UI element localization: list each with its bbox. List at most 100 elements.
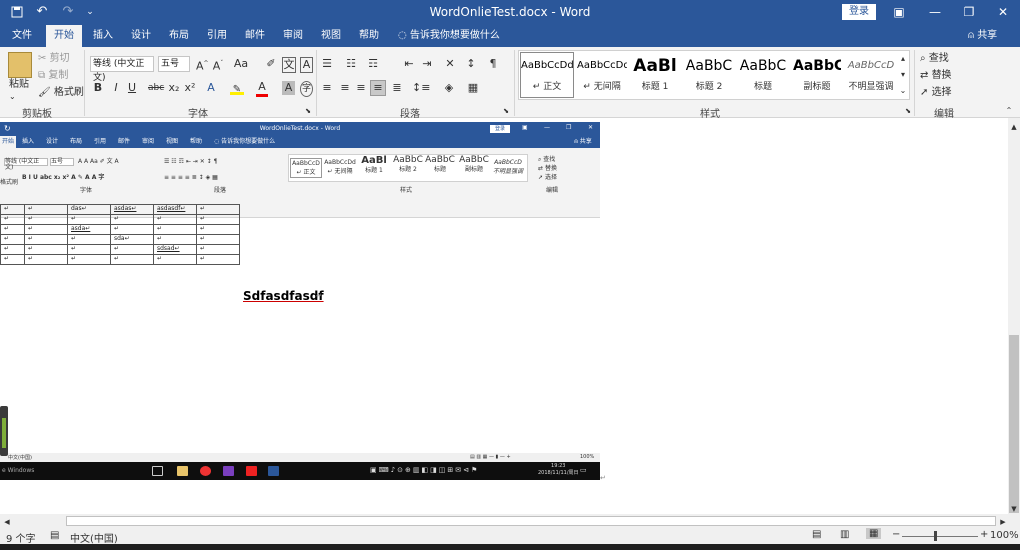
borders-icon[interactable]: ▦ [466, 81, 480, 95]
decrease-indent-icon[interactable]: ⇤ [402, 57, 416, 71]
clear-format-icon[interactable]: ✐ [264, 57, 278, 71]
align-right-icon[interactable]: ≡ [354, 81, 368, 95]
select-button[interactable]: ➚ 选择 [920, 86, 952, 100]
char-border-icon[interactable]: A [300, 57, 313, 73]
replace-button[interactable]: ⇄ 替换 [920, 69, 952, 83]
italic-icon[interactable]: I [110, 81, 122, 95]
tell-me-box[interactable]: ◌ 告诉我你想要做什么 [398, 25, 500, 47]
ribbon-display-icon[interactable]: ▣ [882, 0, 916, 25]
style-subtle-emphasis[interactable]: AaBbCcD 不明显强调 [846, 52, 896, 98]
line-spacing-icon[interactable]: ↕≡ [412, 81, 430, 95]
style-subtitle[interactable]: AaBbC 副标题 [792, 52, 842, 98]
numbering-icon[interactable]: ☷ [344, 57, 358, 71]
find-button[interactable]: ⌕ 查找 [920, 52, 949, 66]
subscript-icon[interactable]: x₂ [168, 81, 180, 95]
increase-indent-icon[interactable]: ⇥ [420, 57, 434, 71]
paste-icon[interactable] [8, 52, 32, 78]
copy-button[interactable]: ⧉ 复制 [38, 69, 68, 83]
shading-icon[interactable]: ◈ [442, 81, 456, 95]
distributed-icon[interactable]: ≣ [390, 81, 404, 95]
zoom-slider-track[interactable] [902, 536, 978, 537]
tab-help[interactable]: 帮助 [354, 25, 384, 47]
vertical-scroll-thumb[interactable] [1009, 335, 1019, 513]
text-effects-icon[interactable]: A [204, 81, 218, 95]
cut-button[interactable]: ✂ 剪切 [38, 52, 70, 66]
style-heading-1[interactable]: AaBl 标题 1 [630, 52, 680, 98]
paste-dropdown-icon[interactable]: ⌄ [9, 90, 16, 104]
table-cell: asdas↵ [110, 204, 154, 215]
print-layout-icon[interactable]: ▥ [840, 529, 849, 540]
font-size-combo[interactable]: 五号 [158, 56, 190, 72]
justify-icon[interactable]: ≡ [370, 80, 386, 96]
embedded-max-icon: ❐ [566, 124, 572, 131]
tab-view[interactable]: 视图 [316, 25, 346, 47]
show-marks-icon[interactable]: ¶ [486, 57, 500, 71]
share-button[interactable]: ⍝ 共享 [968, 25, 997, 47]
bullets-icon[interactable]: ☰ [320, 57, 334, 71]
tab-insert[interactable]: 插入 [88, 25, 118, 47]
enclose-char-icon[interactable]: 字 [300, 81, 313, 97]
proofing-icon[interactable]: ▤ [50, 530, 59, 541]
change-case-icon[interactable]: Aa [232, 57, 250, 71]
close-icon[interactable]: ✕ [986, 0, 1020, 25]
word-count[interactable]: 9 个字 [6, 530, 36, 545]
collapse-ribbon-icon[interactable]: ⌃ [1004, 104, 1014, 118]
tab-mailings[interactable]: 邮件 [240, 25, 270, 47]
style-no-spacing[interactable]: AaBbCcDd ↵ 无间隔 [576, 52, 628, 98]
phonetic-guide-icon[interactable]: 文 [282, 57, 296, 73]
format-painter-button[interactable]: 🖌 格式刷 [38, 86, 84, 100]
tab-home[interactable]: 开始 [46, 25, 82, 47]
paragraph-dialog-launcher-icon[interactable]: ⬊ [502, 104, 510, 118]
styles-scroll-down-icon[interactable]: ▾ [898, 68, 908, 82]
font-name-combo[interactable]: 等线 (中文正文) [90, 56, 154, 83]
style-title[interactable]: AaBbC 标题 [738, 52, 788, 98]
bold-icon[interactable]: B [92, 81, 104, 95]
underline-icon[interactable]: U [126, 81, 138, 95]
tab-references[interactable]: 引用 [202, 25, 232, 47]
minimize-icon[interactable]: — [918, 0, 952, 25]
superscript-icon[interactable]: x² [184, 81, 196, 95]
document-heading[interactable]: Sdfasdfasdf [243, 289, 324, 303]
table-cell: ↵ [153, 234, 197, 245]
char-shading-icon[interactable]: A [282, 81, 295, 95]
style-heading-2[interactable]: AaBbC 标题 2 [684, 52, 734, 98]
scroll-left-arrow-icon[interactable]: ◀ [2, 515, 12, 529]
align-left-icon[interactable]: ≡ [320, 81, 334, 95]
web-layout-icon[interactable]: ▦ [866, 528, 882, 539]
zoom-level[interactable]: 100% [990, 530, 1019, 541]
styles-dialog-launcher-icon[interactable]: ⬊ [904, 104, 912, 118]
styles-more-icon[interactable]: ⌄ [898, 84, 908, 98]
highlight-icon[interactable]: ✎ [230, 83, 244, 95]
login-button[interactable]: 登录 [842, 4, 876, 20]
sort-icon[interactable]: ↕ [464, 57, 478, 71]
customize-qat-icon[interactable]: ⌄ [84, 3, 96, 21]
styles-scroll-up-icon[interactable]: ▴ [898, 52, 908, 66]
redo-icon[interactable]: ↷ [60, 3, 76, 21]
zoom-out-button[interactable]: − [892, 529, 900, 540]
align-center-icon[interactable]: ≡ [338, 81, 352, 95]
shrink-font-icon[interactable]: Aˇ [212, 57, 224, 74]
strikethrough-icon[interactable]: abc [148, 81, 164, 95]
grow-font-icon[interactable]: A^ [196, 57, 209, 74]
tab-file[interactable]: 文件 [6, 25, 38, 47]
read-mode-icon[interactable]: ▤ [812, 529, 821, 540]
chinese-layout-icon[interactable]: ✕ [442, 57, 458, 71]
maximize-icon[interactable]: ❐ [952, 0, 986, 25]
font-dialog-launcher-icon[interactable]: ⬊ [304, 104, 312, 118]
zoom-slider-thumb[interactable] [934, 531, 937, 541]
multilevel-list-icon[interactable]: ☶ [366, 57, 380, 71]
scroll-right-arrow-icon[interactable]: ▶ [998, 515, 1008, 529]
zoom-in-button[interactable]: + [980, 529, 988, 540]
style-normal[interactable]: AaBbCcDd ↵ 正文 [520, 52, 574, 98]
save-icon[interactable] [10, 3, 24, 21]
scroll-up-arrow-icon[interactable]: ▲ [1008, 120, 1020, 134]
notification-icon: ▭ [580, 466, 587, 474]
horizontal-scroll-thumb[interactable] [66, 516, 996, 526]
side-panel-tab[interactable] [0, 406, 8, 456]
tab-layout[interactable]: 布局 [164, 25, 194, 47]
undo-icon[interactable]: ↶ [34, 3, 50, 21]
font-color-icon[interactable]: A [256, 80, 268, 97]
language-indicator[interactable]: 中文(中国) [70, 530, 118, 545]
tab-review[interactable]: 审阅 [278, 25, 308, 47]
tab-design[interactable]: 设计 [126, 25, 156, 47]
